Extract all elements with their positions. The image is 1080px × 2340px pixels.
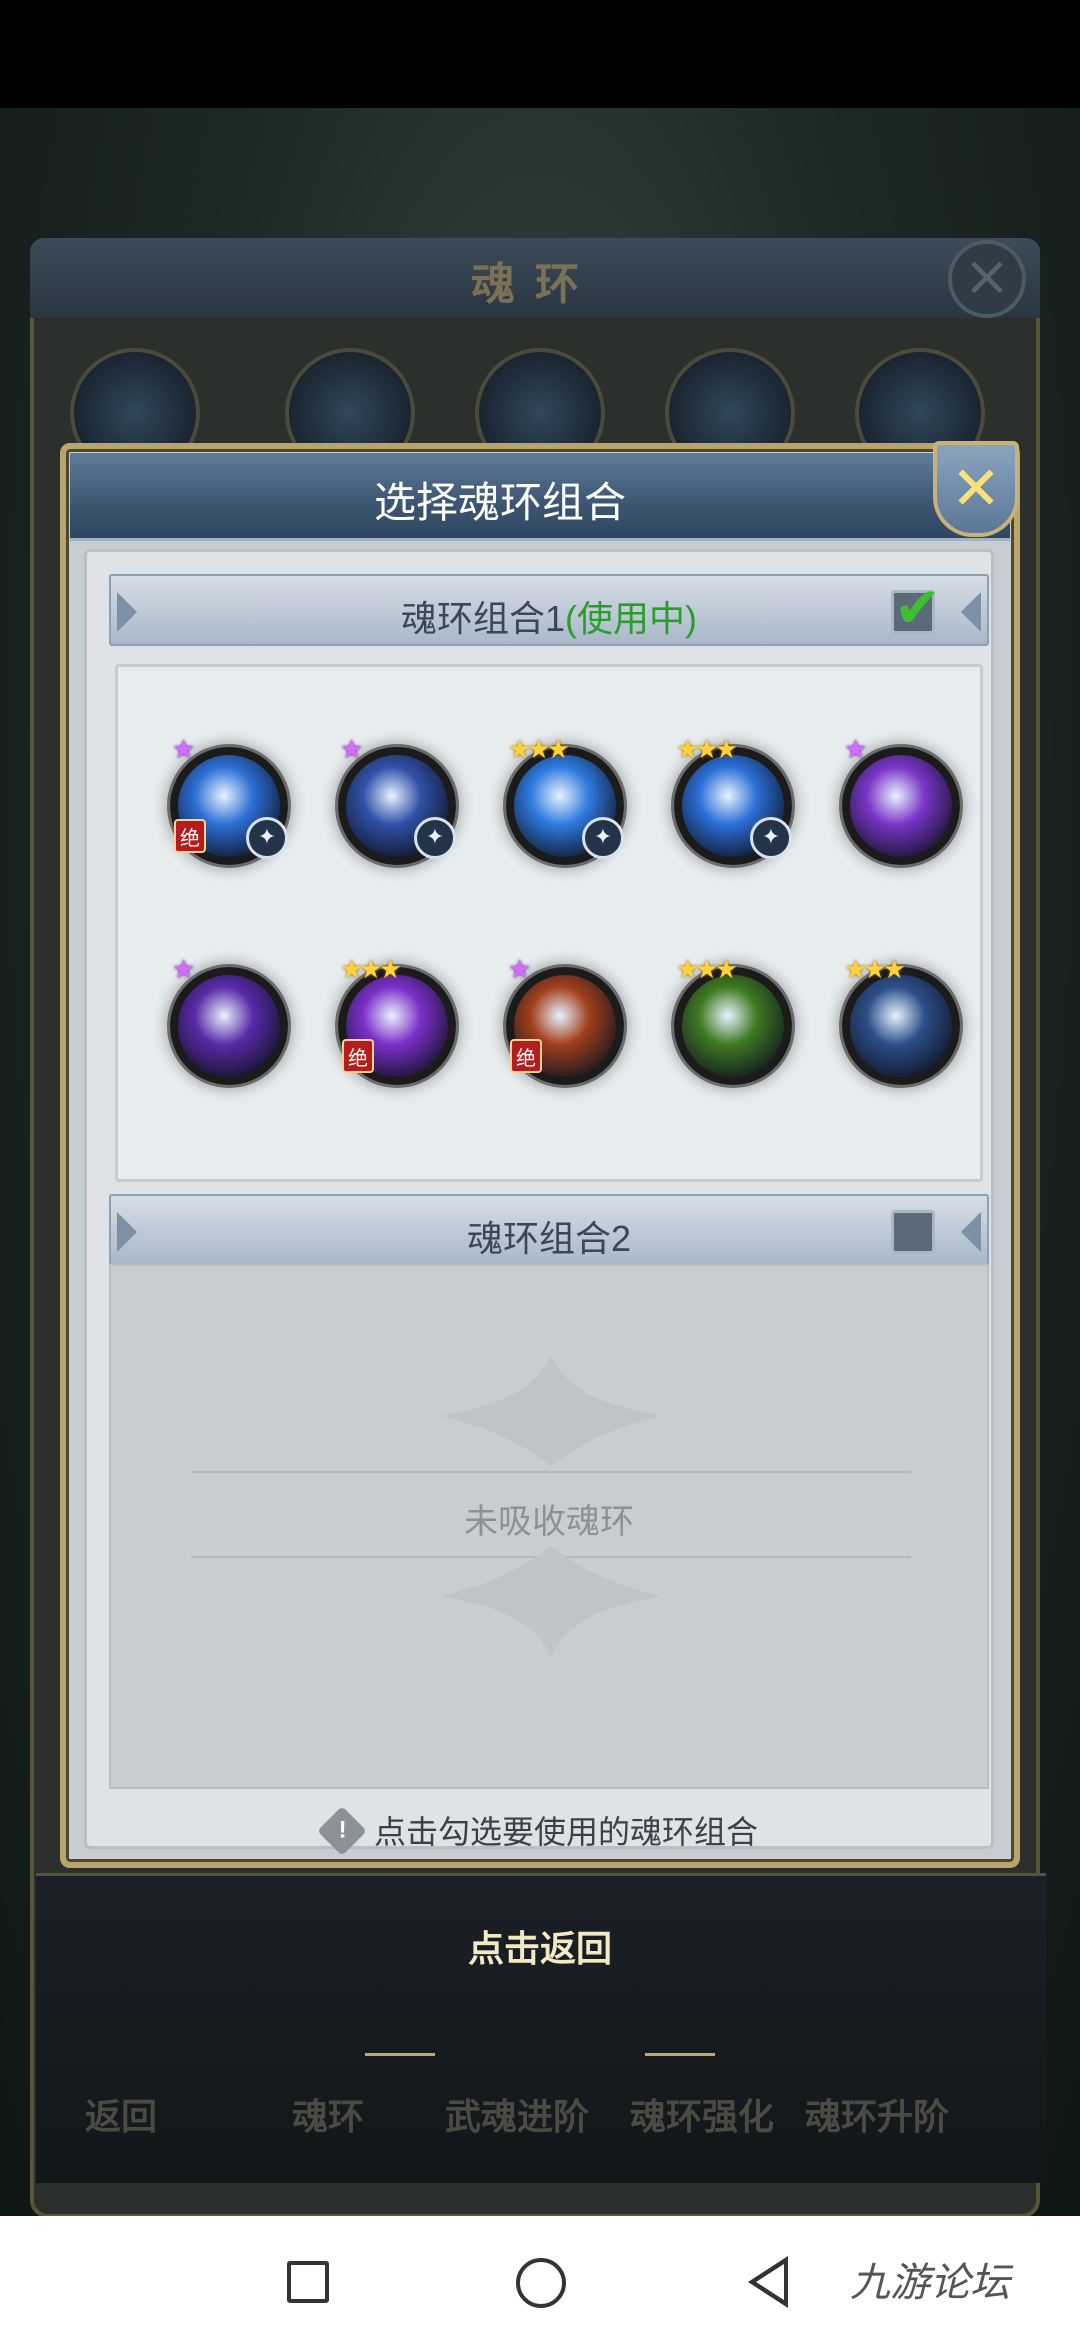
skill-icon: ✦ bbox=[414, 817, 456, 859]
soul-ring[interactable]: ★ bbox=[170, 957, 288, 1085]
divider-line bbox=[191, 1471, 911, 1473]
no-ring-absorbed-text: 未吸收魂环 bbox=[464, 1503, 634, 1541]
background-close-icon: × bbox=[948, 240, 1026, 318]
hint: ! 点击勾选要使用的魂环组合 bbox=[87, 1806, 991, 1856]
back-icon[interactable] bbox=[748, 2256, 788, 2308]
soul-ring[interactable]: ★★★ ✦ bbox=[506, 737, 624, 865]
skill-icon: ✦ bbox=[246, 817, 288, 859]
dialog-title: 选择魂环组合 bbox=[373, 479, 626, 526]
ring-combo-1-bar[interactable]: 魂环组合1(使用中) ✔ bbox=[109, 574, 989, 646]
dialog-body: 魂环组合1(使用中) ✔ ★ 绝 ✦ ★ ✦ ★★★ ✦ ★★★ ✦ ★ ★ ★★★ 绝 ★ 绝 ★★★ ★★★… bbox=[84, 549, 994, 1856]
star-rating-icon: ★ bbox=[172, 955, 195, 985]
background-title: 魂环 bbox=[471, 259, 599, 310]
jue-tag: 绝 bbox=[342, 1039, 374, 1073]
soul-ring[interactable]: ★★★ ✦ bbox=[674, 737, 792, 865]
background-title-bar: 魂环 bbox=[30, 238, 1040, 318]
home-icon[interactable] bbox=[516, 2258, 566, 2308]
close-button[interactable]: ✕ bbox=[933, 441, 1019, 537]
recent-apps-icon[interactable] bbox=[287, 2261, 329, 2303]
dialog-header: 选择魂环组合 bbox=[70, 453, 1010, 541]
ring-combo-2-bar[interactable]: 魂环组合2 bbox=[109, 1194, 989, 1266]
star-rating-icon: ★★★ bbox=[844, 955, 906, 985]
ring-combo-1-checkbox[interactable]: ✔ bbox=[891, 581, 941, 637]
background-tab-label: 魂环 bbox=[292, 2097, 365, 2138]
background-tab-label: 武魂进阶 bbox=[445, 2097, 590, 2138]
soul-ring[interactable]: ★★★ bbox=[674, 957, 792, 1085]
ornament-icon bbox=[441, 1546, 661, 1656]
ring-combo-2-checkbox[interactable] bbox=[891, 1210, 935, 1254]
warning-icon: ! bbox=[317, 1806, 367, 1856]
soul-ring[interactable]: ★★★ bbox=[842, 957, 960, 1085]
close-icon: ✕ bbox=[950, 454, 1002, 524]
jue-tag: 绝 bbox=[510, 1039, 542, 1073]
android-nav-bar: 九游论坛 bbox=[0, 2216, 1080, 2340]
star-rating-icon: ★ bbox=[340, 735, 363, 765]
ring-combo-2-label: 魂环组合2 bbox=[466, 1218, 632, 1259]
watermark: 九游论坛 bbox=[850, 2260, 1010, 2306]
back-decoration bbox=[645, 2053, 715, 2056]
ring-combo-1-label: 魂环组合1 bbox=[400, 598, 566, 639]
soul-ring[interactable]: ★ 绝 ✦ bbox=[170, 737, 288, 865]
background-tab-label: 魂环升阶 bbox=[805, 2097, 950, 2138]
soul-ring[interactable]: ★ ✦ bbox=[338, 737, 456, 865]
ornament-icon bbox=[441, 1356, 661, 1466]
skill-icon: ✦ bbox=[750, 817, 792, 859]
star-rating-icon: ★★★ bbox=[676, 735, 738, 765]
star-rating-icon: ★★★ bbox=[676, 955, 738, 985]
tap-to-return[interactable]: 点击返回 bbox=[0, 1920, 1080, 1972]
ring-combo-2-empty: 未吸收魂环 bbox=[109, 1264, 989, 1789]
background-tab-label: 魂环强化 bbox=[630, 2097, 775, 2138]
jue-tag: 绝 bbox=[174, 819, 206, 853]
select-ring-combo-dialog: 选择魂环组合 ✕ 魂环组合1(使用中) ✔ ★ 绝 ✦ ★ ✦ ★★★ ✦ ★★★ ✦ ★ ★ ★★★… bbox=[60, 441, 1020, 1868]
checkmark-icon: ✔ bbox=[894, 576, 941, 641]
back-decoration bbox=[365, 2053, 435, 2056]
star-rating-icon: ★★★ bbox=[508, 735, 570, 765]
hint-text: 点击勾选要使用的魂环组合 bbox=[373, 1814, 758, 1850]
star-rating-icon: ★★★ bbox=[340, 955, 402, 985]
star-rating-icon: ★ bbox=[844, 735, 867, 765]
soul-ring[interactable]: ★ bbox=[842, 737, 960, 865]
in-use-status: (使用中) bbox=[565, 598, 697, 639]
background-tab-label: 返回 bbox=[85, 2097, 158, 2138]
soul-ring[interactable]: ★ 绝 bbox=[506, 957, 624, 1085]
skill-icon: ✦ bbox=[582, 817, 624, 859]
ring-combo-1-rings: ★ 绝 ✦ ★ ✦ ★★★ ✦ ★★★ ✦ ★ ★ ★★★ 绝 ★ 绝 ★★★ ★★★ bbox=[115, 664, 983, 1182]
soul-ring[interactable]: ★★★ 绝 bbox=[338, 957, 456, 1085]
star-rating-icon: ★ bbox=[508, 955, 531, 985]
star-rating-icon: ★ bbox=[172, 735, 195, 765]
